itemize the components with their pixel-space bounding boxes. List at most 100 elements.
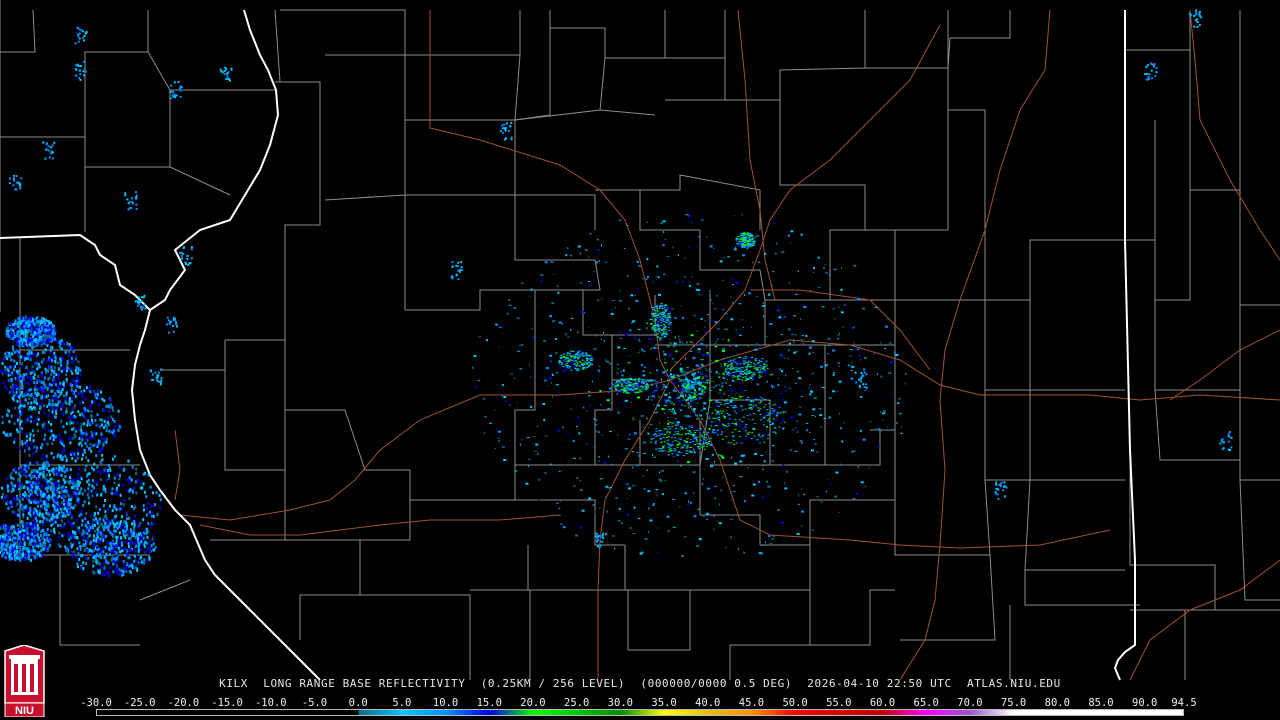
radar-echo bbox=[32, 353, 35, 357]
radar-echo bbox=[771, 538, 774, 540]
radar-echo bbox=[581, 351, 584, 352]
radar-echo bbox=[697, 348, 701, 351]
radar-echo bbox=[609, 362, 612, 365]
radar-echo bbox=[497, 393, 500, 395]
radar-echo bbox=[671, 448, 674, 450]
radar-echo bbox=[679, 438, 682, 440]
radar-echo bbox=[67, 436, 70, 440]
radar-echo bbox=[704, 441, 707, 443]
radar-echo bbox=[31, 429, 34, 433]
radar-echo bbox=[549, 406, 551, 408]
radar-echo bbox=[60, 347, 63, 351]
radar-echo bbox=[694, 438, 697, 439]
radar-echo bbox=[753, 435, 756, 437]
radar-echo bbox=[751, 432, 754, 434]
radar-echo bbox=[74, 491, 77, 495]
radar-echo bbox=[79, 441, 82, 445]
radar-echo bbox=[669, 342, 672, 344]
radar-echo bbox=[705, 420, 707, 422]
radar-echo bbox=[80, 477, 83, 481]
radar-echo bbox=[758, 480, 760, 483]
radar-echo bbox=[691, 425, 694, 427]
radar-echo bbox=[693, 376, 695, 377]
radar-echo bbox=[53, 378, 56, 382]
radar-echo bbox=[715, 400, 719, 403]
radar-echo bbox=[134, 480, 137, 484]
radar-echo bbox=[676, 421, 680, 424]
radar-echo bbox=[741, 213, 743, 216]
radar-echo bbox=[834, 318, 836, 320]
radar-echo bbox=[77, 367, 80, 371]
radar-echo bbox=[750, 362, 753, 364]
radar-echo bbox=[705, 458, 709, 460]
radar-echo bbox=[773, 411, 776, 413]
radar-echo bbox=[888, 429, 891, 431]
radar-echo bbox=[1, 362, 4, 365]
radar-echo bbox=[774, 427, 777, 429]
radar-echo bbox=[651, 310, 654, 312]
radar-echo bbox=[700, 367, 702, 370]
radar-echo bbox=[620, 390, 623, 392]
radar-echo bbox=[746, 401, 749, 403]
radar-echo bbox=[756, 369, 759, 371]
radar-echo bbox=[706, 512, 710, 515]
radar-echo bbox=[832, 372, 835, 374]
radar-echo bbox=[800, 339, 804, 341]
radar-echo bbox=[630, 388, 632, 390]
radar-echo bbox=[707, 431, 710, 433]
radar-echo bbox=[859, 429, 862, 432]
radar-echo bbox=[723, 373, 725, 375]
radar-echo bbox=[825, 272, 829, 274]
radar-echo bbox=[706, 354, 710, 357]
radar-echo bbox=[771, 306, 773, 308]
radar-echo bbox=[16, 361, 18, 365]
radar-echo bbox=[70, 516, 73, 520]
radar-echo bbox=[69, 522, 72, 526]
radar-echo bbox=[60, 407, 63, 411]
radar-echo bbox=[739, 334, 742, 336]
radar-echo bbox=[79, 401, 82, 405]
radar-echo bbox=[542, 375, 545, 377]
radar-echo bbox=[657, 321, 659, 323]
radar-echo bbox=[35, 510, 38, 513]
radar-echo bbox=[53, 481, 56, 485]
radar-echo bbox=[6, 484, 9, 488]
radar-echo bbox=[84, 517, 87, 521]
radar-echo bbox=[26, 442, 28, 446]
radar-echo bbox=[74, 368, 77, 372]
radar-echo bbox=[726, 402, 730, 404]
radar-echo bbox=[655, 428, 658, 430]
radar-echo bbox=[23, 472, 26, 476]
radar-echo bbox=[739, 245, 742, 247]
radar-echo bbox=[676, 374, 680, 376]
radar-echo bbox=[760, 367, 763, 369]
radar-echo bbox=[741, 367, 744, 369]
radar-echo bbox=[20, 400, 23, 404]
radar-echo bbox=[780, 354, 782, 357]
radar-echo bbox=[613, 382, 616, 384]
radar-echo bbox=[885, 325, 889, 328]
radar-echo bbox=[689, 399, 692, 401]
radar-echo bbox=[727, 339, 730, 342]
radar-echo bbox=[50, 423, 53, 426]
radar-echo bbox=[689, 387, 693, 389]
radar-echo bbox=[43, 395, 46, 399]
radar-echo bbox=[642, 370, 645, 373]
radar-echo bbox=[41, 443, 44, 447]
radar-echo bbox=[530, 405, 533, 408]
radar-echo bbox=[587, 395, 591, 397]
radar-echo bbox=[767, 418, 770, 420]
radar-echo bbox=[717, 392, 721, 394]
radar-echo bbox=[102, 488, 105, 491]
radar-echo bbox=[809, 432, 811, 433]
radar-echo bbox=[656, 315, 659, 316]
radar-echo bbox=[107, 507, 109, 511]
radar-echo bbox=[72, 436, 75, 440]
radar-echo bbox=[51, 410, 54, 414]
radar-echo bbox=[749, 372, 751, 374]
radar-echo bbox=[19, 364, 22, 368]
radar-echo bbox=[89, 390, 92, 394]
radar-echo bbox=[701, 390, 704, 393]
radar-echo bbox=[63, 480, 66, 484]
radar-echo bbox=[724, 403, 727, 405]
